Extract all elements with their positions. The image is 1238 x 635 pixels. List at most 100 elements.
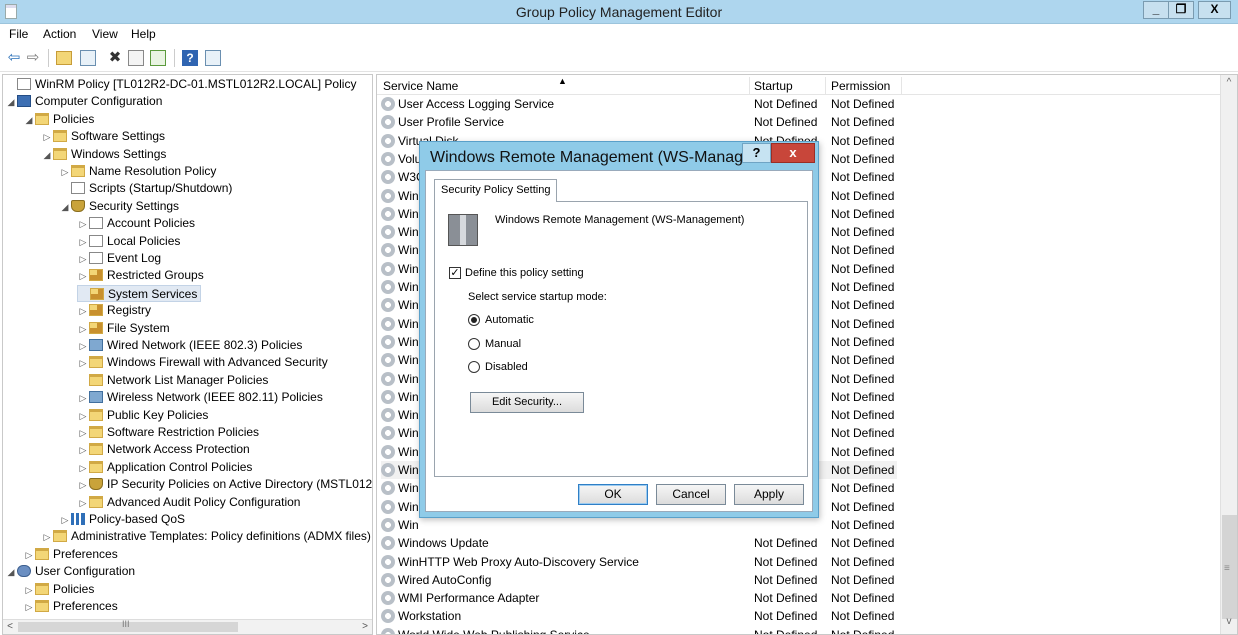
- radio-manual[interactable]: [468, 338, 480, 350]
- back-arrow-icon[interactable]: ⇦: [6, 50, 22, 66]
- expand-arrow-icon[interactable]: ▷: [77, 495, 89, 512]
- properties-icon[interactable]: [128, 50, 144, 66]
- console-tree[interactable]: WinRM Policy [TL012R2-DC-01.MSTL012R2.LO…: [2, 74, 373, 635]
- tree-item[interactable]: ▷ Administrative Templates: Policy defini…: [41, 528, 371, 545]
- list-row[interactable]: User Access Logging Service: [381, 95, 901, 113]
- expand-arrow-icon[interactable]: ▷: [77, 251, 89, 268]
- minimize-button[interactable]: _: [1143, 1, 1169, 19]
- tree-item[interactable]: WinRM Policy [TL012R2-DC-01.MSTL012R2.LO…: [5, 76, 356, 93]
- expand-arrow-icon[interactable]: ▷: [77, 321, 89, 338]
- tree-item[interactable]: System Services: [77, 284, 202, 302]
- scroll-up-icon[interactable]: ^: [1221, 77, 1237, 93]
- expand-arrow-icon[interactable]: ▷: [77, 338, 89, 355]
- collapse-arrow-icon[interactable]: ◢: [41, 147, 53, 164]
- expand-arrow-icon[interactable]: ▷: [41, 529, 53, 546]
- scroll-down-icon[interactable]: v: [1221, 616, 1237, 632]
- menu-action[interactable]: Action: [43, 27, 76, 41]
- close-button[interactable]: X: [1198, 1, 1231, 19]
- apply-button[interactable]: Apply: [734, 484, 804, 505]
- column-divider[interactable]: [901, 77, 902, 95]
- collapse-arrow-icon[interactable]: ◢: [5, 564, 17, 581]
- menu-help[interactable]: Help: [131, 27, 156, 41]
- expand-arrow-icon[interactable]: ▷: [77, 460, 89, 477]
- scroll-left-icon[interactable]: <: [3, 620, 17, 634]
- expand-arrow-icon[interactable]: ▷: [23, 582, 35, 599]
- dialog-help-button[interactable]: ?: [742, 143, 771, 163]
- radio-manual-label[interactable]: Manual: [485, 338, 521, 350]
- tree-item[interactable]: ◢ Security Settings: [59, 198, 180, 216]
- tree-item[interactable]: ▷ File System: [77, 320, 170, 337]
- tree-item[interactable]: ▷ Name Resolution Policy: [59, 163, 217, 181]
- delete-icon[interactable]: ✖: [107, 50, 123, 66]
- tree-item[interactable]: ▷ Wired Network (IEEE 802.3) Policies: [77, 337, 303, 355]
- tree-item[interactable]: ▷ Application Control Policies: [77, 459, 253, 477]
- tree-item[interactable]: ▷ Registry: [77, 302, 151, 319]
- collapse-arrow-icon[interactable]: ◢: [23, 112, 35, 129]
- tree-item[interactable]: ▷ Policy-based QoS: [59, 511, 186, 528]
- tree-item[interactable]: ▷ Policies: [23, 581, 95, 599]
- scroll-right-icon[interactable]: >: [358, 620, 372, 634]
- tab-security-policy-setting[interactable]: Security Policy Setting: [434, 179, 558, 202]
- radio-disabled[interactable]: [468, 361, 480, 373]
- expand-arrow-icon[interactable]: ▷: [77, 268, 89, 285]
- tree-item[interactable]: ▷ IP Security Policies on Active Director…: [77, 476, 372, 493]
- radio-automatic-label[interactable]: Automatic: [485, 314, 534, 326]
- tree-item[interactable]: ▷ Preferences: [23, 546, 118, 563]
- view-icon[interactable]: [205, 50, 221, 66]
- list-row[interactable]: Win: [381, 516, 901, 534]
- list-row[interactable]: User Profile Service: [381, 113, 901, 131]
- expand-arrow-icon[interactable]: ▷: [77, 390, 89, 407]
- cancel-button[interactable]: Cancel: [656, 484, 726, 505]
- list-row[interactable]: Wired AutoConfig: [381, 571, 901, 589]
- list-row[interactable]: Windows Update: [381, 534, 901, 552]
- tree-item[interactable]: ▷ Advanced Audit Policy Configuration: [77, 494, 301, 512]
- maximize-button[interactable]: ❐: [1168, 1, 1194, 19]
- tree-item[interactable]: ▷ Wireless Network (IEEE 802.11) Policies: [77, 389, 323, 406]
- tree-item[interactable]: ◢ Computer Configuration: [5, 93, 163, 111]
- expand-arrow-icon[interactable]: ▷: [77, 303, 89, 320]
- tree-item[interactable]: ◢ Windows Settings: [41, 146, 167, 164]
- column-divider[interactable]: [749, 77, 750, 95]
- expand-arrow-icon[interactable]: ▷: [77, 408, 89, 425]
- tree-item[interactable]: ▷ Network Access Protection: [77, 441, 250, 458]
- tree-item[interactable]: ▷ Event Log: [77, 250, 162, 268]
- expand-arrow-icon[interactable]: ▷: [23, 547, 35, 564]
- export-list-icon[interactable]: [150, 50, 166, 66]
- expand-arrow-icon[interactable]: ▷: [77, 442, 89, 459]
- tree-item[interactable]: ▷ Software Settings: [41, 128, 166, 146]
- scroll-thumb[interactable]: III: [18, 619, 238, 632]
- tree-item[interactable]: ▷ Restricted Groups: [77, 267, 204, 284]
- show-hide-tree-icon[interactable]: [80, 50, 96, 66]
- expand-arrow-icon[interactable]: ▷: [41, 129, 53, 146]
- tree-item[interactable]: ▷ Preferences: [23, 598, 118, 615]
- tree-item[interactable]: ▷ Software Restriction Policies: [77, 424, 260, 441]
- column-service-name[interactable]: Service Name: [383, 79, 458, 93]
- list-row[interactable]: World Wide Web Publishing Service: [381, 626, 901, 634]
- expand-arrow-icon[interactable]: ▷: [77, 355, 89, 372]
- up-folder-icon[interactable]: [56, 51, 72, 65]
- tree-item[interactable]: ▷ Windows Firewall with Advanced Security: [77, 354, 328, 371]
- menu-view[interactable]: View: [92, 27, 118, 41]
- collapse-arrow-icon[interactable]: ◢: [5, 94, 17, 111]
- tree-item[interactable]: ◢ User Configuration: [5, 563, 136, 581]
- help-icon[interactable]: ?: [182, 50, 198, 66]
- tree-item[interactable]: ▷ Public Key Policies: [77, 407, 209, 425]
- collapse-arrow-icon[interactable]: ◢: [59, 199, 71, 216]
- define-policy-label[interactable]: Define this policy setting: [465, 267, 584, 279]
- expand-arrow-icon[interactable]: ▷: [23, 599, 35, 616]
- tree-item[interactable]: ◢ Policies: [23, 111, 95, 129]
- edit-security-button[interactable]: Edit Security...: [470, 392, 584, 413]
- expand-arrow-icon[interactable]: ▷: [59, 164, 71, 181]
- tree-horizontal-scrollbar[interactable]: < III >: [3, 619, 372, 634]
- tree-item[interactable]: Network List Manager Policies: [77, 372, 268, 389]
- expand-arrow-icon[interactable]: ▷: [77, 234, 89, 251]
- tree-item[interactable]: ▷ Account Policies: [77, 215, 196, 233]
- list-row[interactable]: WinHTTP Web Proxy Auto-Discovery Service: [381, 553, 901, 571]
- expand-arrow-icon[interactable]: ▷: [77, 216, 89, 233]
- forward-arrow-icon[interactable]: ⇨: [25, 50, 41, 66]
- menu-file[interactable]: File: [9, 27, 28, 41]
- define-policy-checkbox[interactable]: ✓: [449, 267, 461, 279]
- column-permission[interactable]: Permission: [831, 79, 890, 93]
- dialog-close-button[interactable]: x: [771, 143, 815, 163]
- tree-item[interactable]: ▷ Local Policies: [77, 233, 181, 251]
